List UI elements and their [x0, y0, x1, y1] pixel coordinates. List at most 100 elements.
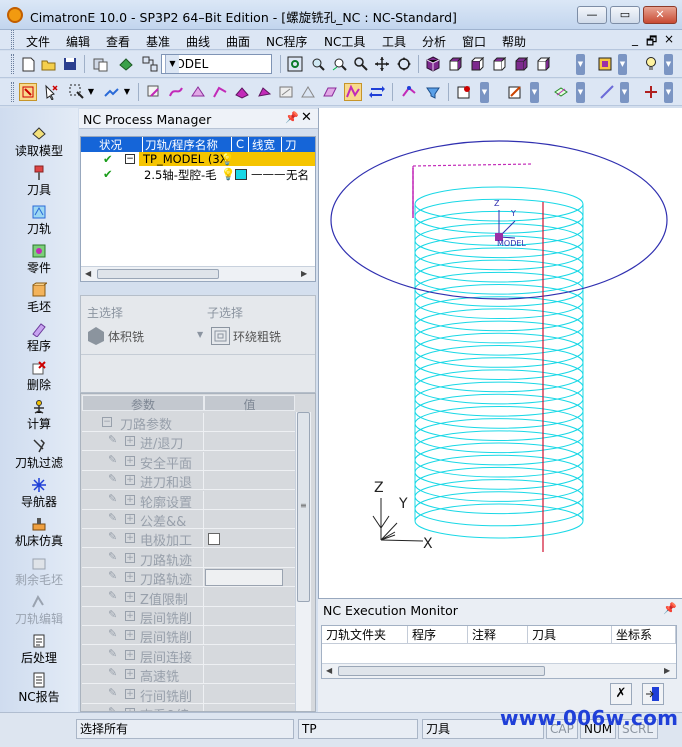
- param-row[interactable]: ✎ + 电极加工: [82, 529, 298, 549]
- params-vscroll[interactable]: ≡: [295, 412, 311, 711]
- col-name[interactable]: 刀轨/程序名称: [142, 137, 218, 152]
- col-linewidth[interactable]: 线宽: [248, 137, 275, 152]
- exec-col-tool[interactable]: 刀具: [528, 626, 612, 643]
- toolbar-overflow-icon[interactable]: ▼: [576, 54, 585, 75]
- expand-icon[interactable]: +: [125, 552, 135, 563]
- expand-icon[interactable]: +: [125, 514, 135, 524]
- param-row[interactable]: ✎ + 高速铣: [82, 665, 298, 685]
- light-dropdown-icon[interactable]: ▼: [664, 54, 673, 75]
- menu-analysis[interactable]: 分析: [422, 33, 446, 50]
- maximize-button[interactable]: ▭: [610, 6, 640, 24]
- param-row[interactable]: ✎ + 层间铣削: [82, 626, 298, 646]
- exec-pin-icon[interactable]: 📌: [663, 602, 677, 615]
- menu-view[interactable]: 查看: [106, 33, 130, 50]
- tree-hscroll[interactable]: ◀ ▶: [81, 266, 315, 281]
- sidebar-item-filter[interactable]: 刀轨过滤: [0, 434, 78, 473]
- expand-icon[interactable]: +: [125, 688, 135, 699]
- expand-icon[interactable]: +: [125, 572, 135, 583]
- expand-icon[interactable]: +: [125, 649, 135, 660]
- measure-icon[interactable]: [400, 83, 418, 101]
- expand-icon[interactable]: +: [125, 455, 135, 466]
- menu-surface[interactable]: 曲面: [226, 33, 250, 50]
- model-view[interactable]: Z Y MODEL Z Y X: [319, 108, 682, 598]
- exec-col-comment[interactable]: 注释: [468, 626, 528, 643]
- zoom-icon[interactable]: [352, 55, 370, 73]
- menu-datum[interactable]: 基准: [146, 33, 170, 50]
- select-chain-icon[interactable]: [102, 83, 120, 101]
- select-toggle-icon[interactable]: [368, 83, 386, 101]
- sidebar-item-tool[interactable]: 刀具: [0, 161, 78, 200]
- menu-curve[interactable]: 曲线: [186, 33, 210, 50]
- menu-tools[interactable]: 工具: [382, 33, 406, 50]
- exec-col-ucs[interactable]: 坐标系: [612, 626, 676, 643]
- param-row[interactable]: ✎ + 安全平面: [82, 451, 298, 471]
- sidebar-item-calculate[interactable]: 计算: [0, 395, 78, 434]
- filter-solid-icon[interactable]: [255, 83, 273, 101]
- line-style-dropdown-icon[interactable]: ▼: [620, 82, 629, 103]
- volume-milling-icon[interactable]: [86, 326, 106, 349]
- render-mode-dropdown-icon[interactable]: ▼: [618, 54, 627, 75]
- param-row[interactable]: ✎ + 进/退刀: [82, 432, 298, 452]
- analyze-icon[interactable]: [424, 83, 442, 101]
- menubar-grip[interactable]: [11, 30, 14, 49]
- sidebar-item-post-process[interactable]: 后处理: [0, 629, 78, 668]
- sidebar-item-procedure[interactable]: 程序: [0, 317, 78, 356]
- expand-icon[interactable]: +: [125, 436, 135, 447]
- minimize-button[interactable]: —: [577, 6, 607, 24]
- collapse-icon[interactable]: −: [102, 417, 112, 427]
- color-swatch[interactable]: [235, 169, 247, 180]
- sidebar-item-toolpath-edit[interactable]: 刀轨编辑: [0, 590, 78, 629]
- graphics-viewport[interactable]: Z Y MODEL Z Y X: [318, 108, 682, 598]
- bulb-icon[interactable]: 💡: [220, 152, 234, 166]
- expand-icon[interactable]: +: [125, 494, 135, 505]
- filter-group-icon[interactable]: [321, 83, 339, 101]
- expand-icon[interactable]: +: [125, 591, 135, 602]
- ucs-dropdown-icon[interactable]: ▼: [664, 82, 673, 103]
- filter-point-icon[interactable]: [145, 83, 163, 101]
- expand-icon[interactable]: +: [125, 475, 135, 486]
- param-row[interactable]: ✎ + 层间连接: [82, 645, 298, 665]
- model-shade-icon[interactable]: [117, 55, 135, 73]
- sidebar-item-navigator[interactable]: 导航器: [0, 473, 78, 512]
- new-file-icon[interactable]: [19, 55, 37, 73]
- rotate-icon[interactable]: [395, 55, 413, 73]
- sidebar-item-load-model[interactable]: 读取模型: [0, 122, 78, 161]
- view-top-icon[interactable]: [468, 55, 486, 73]
- expand-icon[interactable]: +: [125, 611, 135, 621]
- exec-col-folder[interactable]: 刀轨文件夹: [322, 626, 408, 643]
- zoom-all-icon[interactable]: [309, 55, 327, 73]
- filter-datum-icon[interactable]: [299, 83, 317, 101]
- toolbar-grip[interactable]: [11, 54, 14, 74]
- mdi-minimize-button[interactable]: _: [632, 32, 638, 46]
- sidebar-item-part[interactable]: 零件: [0, 239, 78, 278]
- pan-icon[interactable]: [373, 55, 391, 73]
- bulb-icon[interactable]: 💡: [221, 167, 235, 181]
- exec-col-program[interactable]: 程序: [408, 626, 468, 643]
- copy-model-icon[interactable]: [92, 55, 110, 73]
- main-select-value[interactable]: 体积铣: [108, 328, 144, 345]
- zoom-window-icon[interactable]: [286, 55, 304, 73]
- exec-exit-icon[interactable]: [642, 683, 664, 705]
- zoom-select-icon[interactable]: [331, 55, 349, 73]
- exec-run-icon[interactable]: ✗: [610, 683, 632, 705]
- expand-icon[interactable]: +: [125, 630, 135, 641]
- electrode-checkbox[interactable]: [208, 533, 220, 546]
- filter-curve-icon[interactable]: [167, 83, 185, 101]
- sidebar-item-remaining-stock[interactable]: 剩余毛坯: [0, 551, 78, 590]
- param-row[interactable]: ✎ + 层间铣削: [82, 607, 298, 626]
- mdi-close-button[interactable]: ×: [664, 32, 674, 46]
- tree-row-tp-model[interactable]: ✔ − TP_MODEL (3X 💡: [81, 152, 315, 167]
- expand-icon[interactable]: +: [125, 669, 135, 680]
- sidebar-item-stock[interactable]: 毛坯: [0, 278, 78, 317]
- param-row[interactable]: ✎ + 行间铣削: [82, 684, 298, 704]
- menu-window[interactable]: 窗口: [462, 33, 486, 50]
- render-mode-icon[interactable]: [596, 55, 614, 73]
- param-row[interactable]: ✎+查看&编: [82, 704, 298, 711]
- sidebar-item-toolpath[interactable]: 刀轨: [0, 200, 78, 239]
- sidebar-item-machine-sim[interactable]: 机床仿真: [0, 512, 78, 551]
- mdi-restore-button[interactable]: 🗗: [646, 32, 657, 53]
- light-bulb-icon[interactable]: [642, 55, 660, 73]
- col-status[interactable]: 状况: [99, 137, 122, 152]
- layer-dropdown-icon[interactable]: ▼: [576, 82, 585, 103]
- view-bottom-icon[interactable]: [534, 55, 552, 73]
